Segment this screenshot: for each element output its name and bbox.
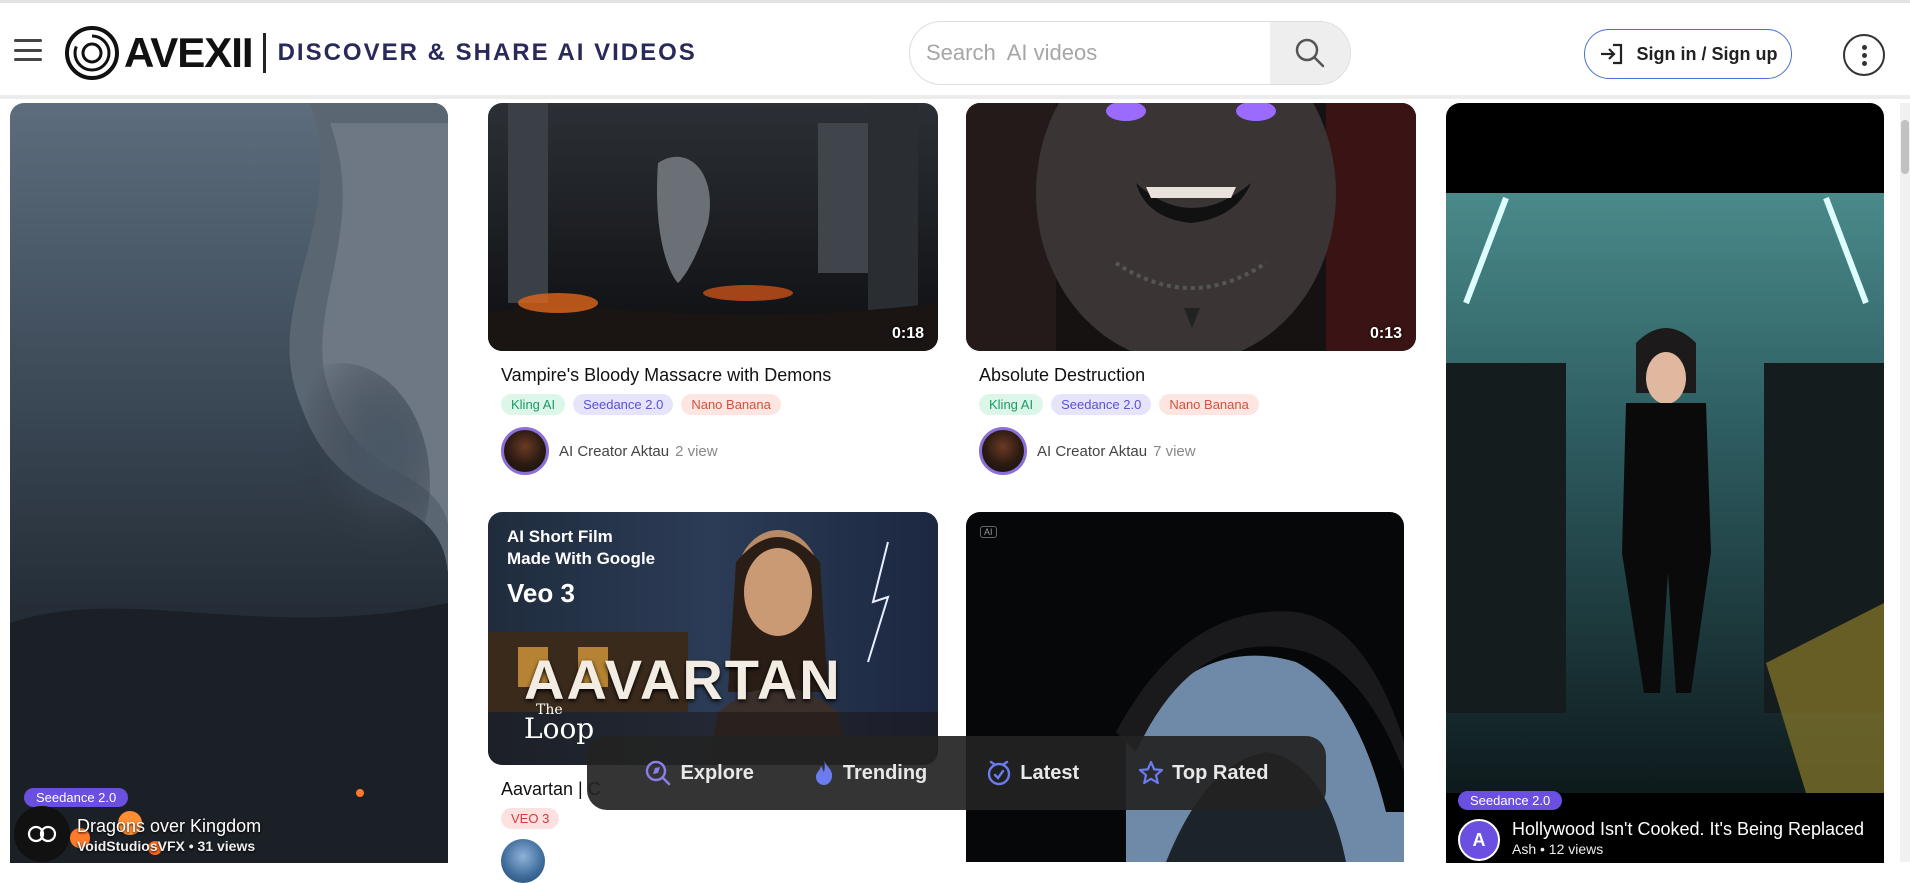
nav-trending-label: Trending — [842, 761, 928, 784]
video-thumbnail — [1446, 103, 1884, 863]
tag-nano-banana[interactable]: Nano Banana — [1159, 394, 1259, 415]
view-count: 7 view — [1153, 442, 1196, 460]
video-meta-vampire: Vampire's Bloody Massacre with Demons Kl… — [501, 365, 831, 475]
model-badge: Seedance 2.0 — [24, 788, 129, 807]
video-thumbnail — [966, 103, 1416, 351]
video-title[interactable]: Aavartan | C — [501, 779, 601, 800]
flame-icon — [815, 761, 832, 785]
tag-kling-ai[interactable]: Kling AI — [501, 394, 566, 415]
nav-top-rated-label: Top Rated — [1172, 761, 1269, 784]
video-title[interactable]: Vampire's Bloody Massacre with Demons — [501, 365, 831, 386]
menu-icon[interactable] — [14, 39, 42, 61]
nav-latest[interactable]: Latest — [986, 760, 1079, 786]
channel-avatar[interactable] — [14, 806, 70, 862]
video-title[interactable]: Hollywood Isn't Cooked. It's Being Repla… — [1512, 819, 1864, 840]
author-avatar[interactable] — [501, 427, 549, 475]
video-card-dragons[interactable]: Seedance 2.0 Dragons over Kingdom VoidSt… — [10, 103, 448, 863]
video-subtitle: VoidStudiosVFX • 31 views — [77, 838, 256, 854]
more-options-icon[interactable] — [1843, 34, 1885, 76]
video-card-absolute-destruction[interactable]: 0:13 — [966, 103, 1416, 351]
view-count: 2 view — [675, 442, 718, 460]
tag-nano-banana[interactable]: Nano Banana — [681, 394, 781, 415]
poster-line-1: AI Short Film — [507, 527, 613, 546]
video-duration: 0:18 — [891, 325, 924, 342]
floating-nav-bar: Explore Trending Latest Top Rated — [587, 736, 1326, 810]
nav-top-rated[interactable]: Top Rated — [1138, 760, 1268, 786]
video-meta-aavartan: Aavartan | C VEO 3 — [501, 779, 601, 883]
search-button[interactable] — [1270, 22, 1350, 84]
model-badge: Seedance 2.0 — [1458, 791, 1563, 810]
video-thumbnail — [488, 103, 938, 351]
author-name[interactable]: AI Creator Aktau — [559, 443, 669, 460]
author-avatar[interactable]: A — [1458, 819, 1500, 861]
video-meta-absolute-destruction: Absolute Destruction Kling AI Seedance 2… — [979, 365, 1259, 475]
tag-veo-3[interactable]: VEO 3 — [501, 808, 560, 829]
nav-explore[interactable]: Explore — [644, 759, 754, 787]
ai-badge: AI — [980, 526, 997, 538]
video-card-vampire[interactable]: 0:18 — [488, 103, 938, 351]
video-title[interactable]: Absolute Destruction — [979, 365, 1259, 386]
brand-divider — [262, 33, 266, 73]
brand-logo[interactable]: AVEXII DISCOVER & SHARE AI VIDEOS — [64, 25, 697, 81]
video-card-hollywood[interactable]: Seedance 2.0 A Hollywood Isn't Cooked. I… — [1446, 103, 1884, 863]
video-thumbnail — [10, 103, 448, 863]
sign-in-icon — [1600, 43, 1622, 65]
video-duration: 0:13 — [1369, 325, 1402, 342]
search-icon — [1295, 38, 1325, 68]
search-input[interactable] — [910, 22, 1270, 84]
tag-seedance[interactable]: Seedance 2.0 — [573, 394, 674, 415]
nav-explore-label: Explore — [680, 761, 754, 784]
explore-icon — [646, 760, 671, 786]
poster-line-2: Made With Google — [507, 549, 656, 568]
tag-seedance[interactable]: Seedance 2.0 — [1051, 394, 1152, 415]
star-icon — [1139, 760, 1164, 785]
top-header: AVEXII DISCOVER & SHARE AI VIDEOS Sign i… — [0, 3, 1910, 99]
nav-latest-label: Latest — [1020, 761, 1080, 784]
avatar-letter: A — [1472, 829, 1486, 850]
video-subtitle: Ash • 12 views — [1512, 841, 1604, 857]
clock-icon — [988, 760, 1011, 786]
search-bar — [909, 21, 1351, 85]
brand-tagline: DISCOVER & SHARE AI VIDEOS — [277, 39, 697, 66]
poster-line-3: Veo 3 — [507, 578, 575, 608]
nav-trending[interactable]: Trending — [813, 759, 927, 787]
author-avatar[interactable] — [501, 839, 545, 883]
video-card-aavartan[interactable]: AI Short Film Made With Google Veo 3 AAV… — [488, 512, 938, 765]
video-title[interactable]: Dragons over Kingdom — [77, 816, 261, 837]
tag-kling-ai[interactable]: Kling AI — [979, 394, 1044, 415]
author-name[interactable]: AI Creator Aktau — [1037, 443, 1147, 460]
poster-sub-2: Loop — [524, 712, 595, 745]
scrollbar-track[interactable] — [1900, 103, 1910, 862]
loop-logo-icon — [27, 825, 57, 843]
brand-name: AVEXII — [124, 29, 254, 76]
poster-title: AAVARTAN — [524, 648, 842, 711]
scrollbar-thumb[interactable] — [1901, 120, 1909, 174]
sign-in-button[interactable]: Sign in / Sign up — [1584, 29, 1792, 79]
avexii-logo-icon — [65, 26, 119, 80]
sign-in-label: Sign in / Sign up — [1636, 43, 1778, 64]
author-avatar[interactable] — [979, 427, 1027, 475]
